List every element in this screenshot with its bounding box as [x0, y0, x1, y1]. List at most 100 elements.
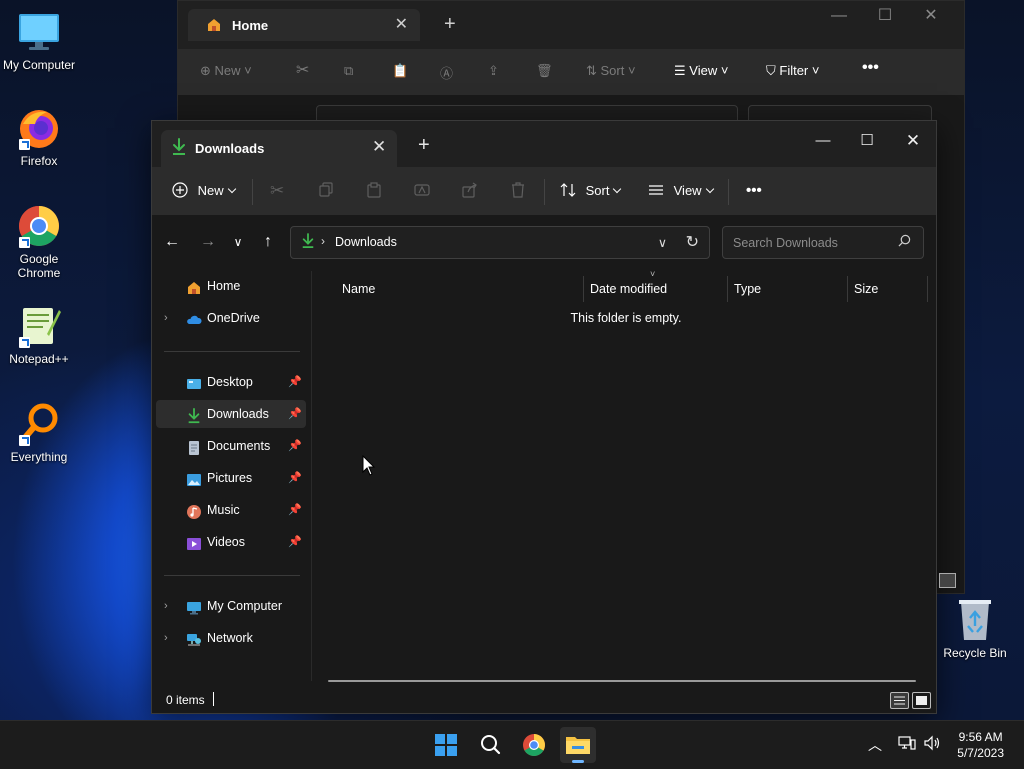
up-arrow-icon[interactable]: ↑ — [256, 230, 280, 254]
pin-icon[interactable]: 📌 — [288, 368, 302, 396]
back-arrow-icon[interactable]: ← — [160, 230, 184, 254]
chevron-right-icon[interactable]: › — [164, 592, 168, 620]
details-view-button[interactable] — [890, 692, 909, 709]
file-list[interactable]: Name Date modified ˅ Type Size This fold… — [314, 269, 934, 682]
cut-icon[interactable]: ✂ — [296, 60, 309, 80]
delete-icon[interactable]: 🗑 — [536, 63, 553, 79]
notepadpp-icon — [17, 304, 61, 348]
tab-home[interactable]: Home ✕ — [188, 9, 420, 41]
taskbar-file-explorer-icon[interactable] — [560, 727, 596, 763]
pin-icon[interactable]: 📌 — [288, 432, 302, 460]
sidebar-item-home[interactable]: Home — [156, 272, 306, 300]
column-divider[interactable] — [727, 276, 728, 302]
tab-downloads[interactable]: Downloads ✕ — [161, 130, 397, 167]
taskbar-chrome-icon[interactable] — [516, 727, 552, 763]
column-divider[interactable] — [847, 276, 848, 302]
column-header-size[interactable]: Size — [854, 276, 878, 302]
column-header-type[interactable]: Type — [734, 276, 761, 302]
column-divider[interactable] — [927, 276, 928, 302]
sidebar-item-onedrive[interactable]: › OneDrive — [156, 304, 306, 332]
search-box[interactable] — [722, 226, 924, 259]
sidebar-item-my-computer[interactable]: › My Computer — [156, 592, 306, 620]
address-bar[interactable]: › Downloads ∨ ↻ — [290, 226, 710, 259]
refresh-icon[interactable]: ↻ — [686, 232, 699, 252]
view-button[interactable]: ☰ View ˅ — [674, 63, 728, 79]
chevron-right-icon[interactable]: › — [164, 624, 168, 652]
pin-icon[interactable]: 📌 — [288, 464, 302, 492]
view-button[interactable]: View — [648, 167, 714, 215]
sidebar-item-desktop[interactable]: Desktop 📌 — [156, 368, 306, 396]
maximize-button[interactable]: ☐ — [862, 5, 908, 25]
more-options-icon[interactable]: ••• — [862, 59, 879, 77]
desktop-icon-firefox[interactable]: Firefox — [0, 106, 78, 168]
pin-icon[interactable]: 📌 — [288, 496, 302, 524]
column-header-date-modified[interactable]: Date modified — [590, 276, 667, 302]
taskbar-search-icon[interactable] — [472, 727, 508, 763]
maximize-button[interactable]: ☐ — [844, 127, 890, 155]
copy-icon[interactable] — [318, 167, 334, 215]
sidebar-item-label: OneDrive — [207, 311, 260, 325]
close-button[interactable]: ✕ — [908, 5, 954, 25]
more-options-icon[interactable]: ••• — [746, 167, 762, 215]
paste-icon[interactable]: 📋 — [392, 63, 408, 79]
close-tab-icon[interactable]: ✕ — [372, 137, 386, 157]
minimize-button[interactable]: — — [800, 127, 846, 155]
clock[interactable]: 9:56 AM 5/7/2023 — [957, 729, 1004, 761]
pin-icon[interactable]: 📌 — [288, 528, 302, 556]
copy-icon[interactable]: ⧉ — [344, 63, 353, 79]
breadcrumb[interactable]: Downloads — [335, 235, 397, 249]
new-tab-button[interactable]: + — [418, 134, 430, 157]
sidebar-item-videos[interactable]: Videos 📌 — [156, 528, 306, 556]
sidebar-item-pictures[interactable]: Pictures 📌 — [156, 464, 306, 492]
chevron-right-icon[interactable]: › — [164, 304, 168, 332]
new-tab-button[interactable]: + — [444, 13, 456, 36]
horizontal-scrollbar[interactable] — [328, 680, 916, 682]
add-icon — [172, 182, 188, 198]
title-bar: Downloads ✕ + — ☐ ✕ — [152, 121, 936, 167]
column-header-name[interactable]: Name — [342, 276, 375, 302]
chevron-down-icon[interactable]: ∨ — [658, 235, 667, 250]
desktop-icon-label: Everything — [10, 450, 68, 464]
share-icon[interactable]: ⇪ — [488, 63, 499, 79]
view-label: View — [689, 63, 718, 78]
filter-button[interactable]: ⛉ Filter ˅ — [766, 63, 819, 79]
tiles-view-button[interactable] — [912, 692, 931, 709]
desktop-icon-my-computer[interactable]: My Computer — [0, 10, 78, 72]
search-input[interactable] — [731, 233, 895, 253]
sidebar-item-downloads[interactable]: Downloads 📌 — [156, 400, 306, 428]
pane-splitter[interactable] — [311, 271, 312, 681]
show-hidden-icons-chevron-icon[interactable]: ︿ — [868, 735, 882, 755]
paste-icon[interactable] — [366, 167, 382, 215]
sort-button[interactable]: Sort — [560, 167, 622, 215]
desktop-icon-notepadpp[interactable]: Notepad++ — [0, 304, 78, 366]
close-tab-icon[interactable]: ✕ — [395, 14, 408, 34]
rename-icon[interactable] — [414, 167, 430, 215]
sidebar-item-music[interactable]: Music 📌 — [156, 496, 306, 524]
minimize-button[interactable]: — — [816, 7, 862, 25]
desktop-icon-chrome[interactable]: Google Chrome — [0, 204, 78, 280]
share-icon[interactable] — [462, 167, 478, 215]
rename-icon[interactable]: Ⓐ — [440, 63, 453, 82]
empty-folder-message: This folder is empty. — [570, 311, 682, 325]
sort-button[interactable]: ⇅ Sort ˅ — [586, 63, 636, 79]
close-button[interactable]: ✕ — [890, 127, 936, 155]
network-status-icon[interactable] — [898, 734, 916, 755]
pin-icon[interactable]: 📌 — [288, 400, 302, 428]
column-divider[interactable] — [583, 276, 584, 302]
desktop-small-icon[interactable] — [939, 573, 956, 588]
sidebar-item-documents[interactable]: Documents 📌 — [156, 432, 306, 460]
desktop-icon-everything[interactable]: Everything — [0, 402, 78, 464]
explorer-window-downloads[interactable]: Downloads ✕ + — ☐ ✕ New ✂ Sort View ••• … — [151, 120, 937, 714]
sidebar-item-label: Pictures — [207, 471, 253, 485]
volume-icon[interactable] — [923, 734, 941, 755]
new-button[interactable]: ⊕ New ˅ — [200, 63, 252, 79]
delete-icon[interactable] — [510, 167, 526, 215]
desktop-icon-recycle-bin[interactable]: Recycle Bin — [938, 596, 1012, 660]
forward-arrow-icon[interactable]: → — [196, 230, 220, 254]
cut-icon[interactable]: ✂ — [270, 167, 284, 215]
search-icon[interactable] — [898, 234, 911, 250]
recent-locations-chevron-icon[interactable]: ∨ — [226, 230, 250, 254]
start-button[interactable] — [428, 727, 464, 763]
new-button[interactable]: New — [172, 167, 236, 215]
sidebar-item-network[interactable]: › Network — [156, 624, 306, 652]
